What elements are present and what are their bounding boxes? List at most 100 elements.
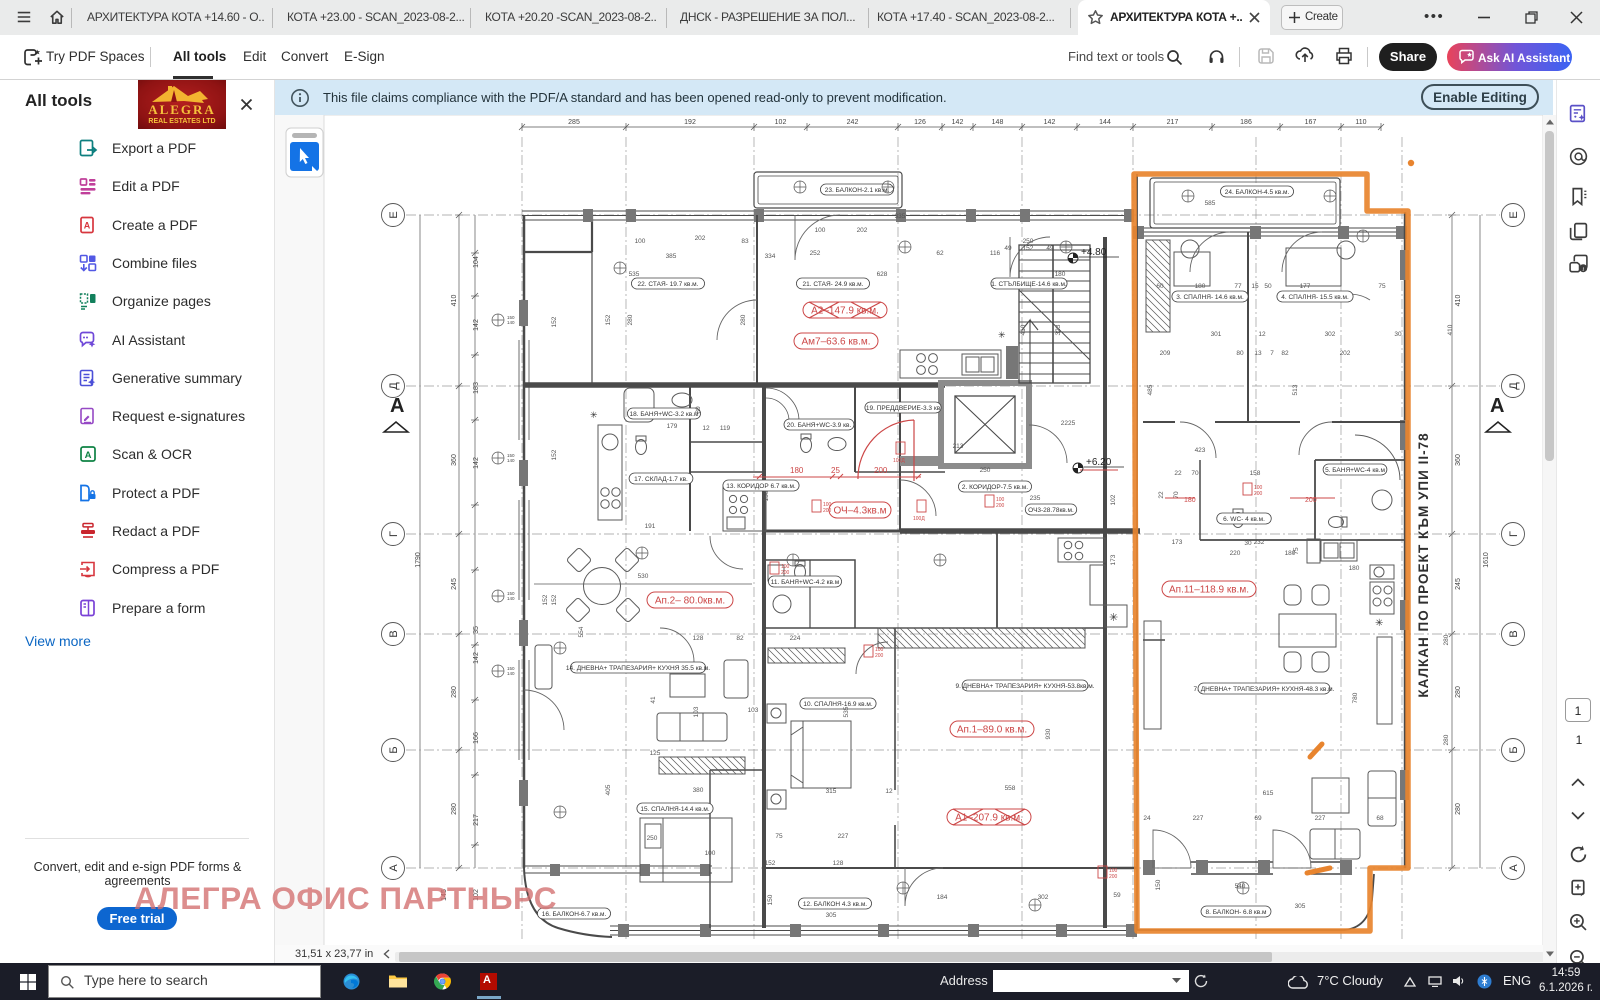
svg-text:180: 180	[1349, 565, 1360, 572]
svg-text:209: 209	[1160, 350, 1171, 357]
svg-text:2225: 2225	[1061, 420, 1076, 427]
svg-text:280: 280	[1443, 634, 1450, 645]
svg-text:167: 167	[1305, 119, 1317, 126]
svg-text:323: 323	[1055, 324, 1062, 335]
svg-text:100Д: 100Д	[893, 458, 905, 464]
svg-text:585: 585	[1205, 200, 1216, 207]
svg-text:385: 385	[666, 253, 677, 260]
svg-text:235: 235	[1030, 495, 1041, 502]
svg-text:✳: ✳	[998, 330, 1006, 340]
svg-text:Г: Г	[388, 531, 400, 537]
svg-text:280: 280	[451, 803, 458, 815]
svg-text:110: 110	[1355, 119, 1366, 126]
svg-text:Б: Б	[1508, 746, 1520, 753]
svg-text:В: В	[388, 630, 400, 637]
svg-text:144: 144	[1099, 119, 1111, 126]
svg-text:69: 69	[1254, 815, 1262, 822]
svg-text:554: 554	[578, 626, 585, 637]
svg-text:152: 152	[1023, 245, 1034, 252]
svg-text:17. СКЛАД-1.7 кв.: 17. СКЛАД-1.7 кв.	[634, 476, 688, 483]
svg-text:140: 140	[507, 671, 515, 676]
svg-text:100: 100	[635, 238, 646, 245]
svg-text:152: 152	[551, 316, 558, 327]
svg-text:180: 180	[1195, 283, 1206, 290]
svg-text:7. ДНЕВНА+ ТРАПЕЗАРИЯ+ КУХНЯ-4: 7. ДНЕВНА+ ТРАПЕЗАРИЯ+ КУХНЯ-48.3 кв.м.	[1194, 686, 1335, 693]
svg-text:24: 24	[1143, 815, 1151, 822]
svg-text:А: А	[1490, 395, 1504, 417]
svg-text:14. ДНЕВНА+ ТРАПЕЗАРИЯ+ КУХНЯ: 14. ДНЕВНА+ ТРАПЕЗАРИЯ+ КУХНЯ 35.5 кв.м.	[566, 665, 710, 672]
svg-text:140: 140	[507, 596, 515, 601]
svg-text:180: 180	[1055, 271, 1066, 278]
svg-text:334: 334	[765, 253, 776, 260]
svg-text:8. БАЛКОН- 6.8 кв.м: 8. БАЛКОН- 6.8 кв.м	[1206, 909, 1267, 916]
svg-text:540: 540	[1235, 883, 1246, 890]
svg-text:530: 530	[638, 573, 649, 580]
svg-text:142: 142	[473, 457, 480, 469]
svg-text:А: А	[388, 864, 400, 872]
svg-text:83: 83	[741, 238, 749, 245]
svg-text:49: 49	[1004, 245, 1012, 252]
svg-text:125: 125	[650, 750, 661, 757]
svg-text:80: 80	[695, 406, 702, 414]
svg-text:252: 252	[810, 250, 821, 257]
svg-text:104: 104	[473, 256, 480, 268]
svg-text:217: 217	[473, 814, 480, 826]
svg-text:302: 302	[1325, 331, 1336, 338]
svg-text:7: 7	[1270, 350, 1274, 357]
svg-text:166: 166	[473, 732, 480, 744]
svg-text:13: 13	[1254, 350, 1262, 357]
svg-text:177: 177	[1300, 283, 1311, 290]
svg-text:535: 535	[843, 706, 850, 717]
svg-text:12. БАЛКОН 4.3 кв.м.: 12. БАЛКОН 4.3 кв.м.	[803, 901, 867, 908]
svg-text:82: 82	[736, 635, 744, 642]
svg-text:ОЧ–4.3кв.м: ОЧ–4.3кв.м	[833, 506, 886, 517]
svg-text:60: 60	[1156, 283, 1164, 290]
svg-text:200: 200	[1305, 497, 1317, 504]
svg-text:i: i	[1582, 266, 1584, 273]
svg-text:✳: ✳	[1375, 618, 1383, 629]
svg-text:49: 49	[1046, 245, 1054, 252]
svg-text:227: 227	[1315, 815, 1326, 822]
svg-text:102: 102	[775, 119, 787, 126]
svg-text:180: 180	[790, 466, 804, 475]
svg-text:10. СПАЛНЯ-16.9 кв.м.: 10. СПАЛНЯ-16.9 кв.м.	[803, 701, 873, 708]
svg-text:19. ПРЕДДВЕРИЕ-3.3 кв: 19. ПРЕДДВЕРИЕ-3.3 кв	[866, 405, 941, 412]
svg-text:142: 142	[952, 119, 964, 126]
svg-text:1610: 1610	[1483, 552, 1490, 568]
svg-text:Ап.2– 80.0кв.м.: Ап.2– 80.0кв.м.	[655, 596, 725, 607]
svg-text:1790: 1790	[415, 552, 422, 568]
svg-text:410: 410	[451, 295, 458, 307]
svg-text:140: 140	[507, 458, 515, 463]
svg-text:21. СТАЯ- 24.9 кв.м.: 21. СТАЯ- 24.9 кв.м.	[803, 281, 864, 288]
svg-text:35: 35	[473, 626, 480, 634]
svg-text:301: 301	[1211, 331, 1222, 338]
svg-text:77: 77	[1234, 283, 1242, 290]
svg-text:119: 119	[720, 425, 731, 432]
svg-text:315: 315	[826, 788, 837, 795]
svg-text:Ап.1–89.0 кв.м.: Ап.1–89.0 кв.м.	[957, 725, 1027, 736]
svg-text:15: 15	[1251, 283, 1259, 290]
svg-text:250: 250	[647, 835, 658, 842]
svg-text:41: 41	[650, 696, 657, 704]
svg-text:А: А	[1508, 864, 1520, 872]
svg-text:360: 360	[1455, 454, 1462, 466]
svg-text:12: 12	[1258, 331, 1266, 338]
svg-text:245: 245	[1455, 578, 1462, 590]
svg-text:+4.80: +4.80	[1081, 247, 1107, 258]
svg-text:250: 250	[1023, 238, 1034, 245]
svg-text:80: 80	[1236, 350, 1244, 357]
svg-text:152: 152	[542, 594, 549, 605]
svg-text:75: 75	[775, 833, 783, 840]
svg-text:20. БАНЯ+WC-3.9 кв.: 20. БАНЯ+WC-3.9 кв.	[787, 422, 852, 429]
svg-text:82: 82	[1281, 350, 1289, 357]
svg-text:184: 184	[937, 894, 948, 901]
svg-text:24. БАЛКОН-4.5 кв.м.: 24. БАЛКОН-4.5 кв.м.	[1225, 189, 1290, 196]
svg-text:12: 12	[885, 788, 893, 795]
svg-text:202: 202	[695, 235, 706, 242]
svg-text:360: 360	[451, 454, 458, 466]
svg-text:ALEGRA: ALEGRA	[148, 102, 216, 117]
svg-text:100: 100	[705, 850, 716, 857]
svg-text:152: 152	[551, 449, 558, 460]
svg-text:615: 615	[1263, 790, 1274, 797]
svg-text:A: A	[85, 450, 92, 461]
